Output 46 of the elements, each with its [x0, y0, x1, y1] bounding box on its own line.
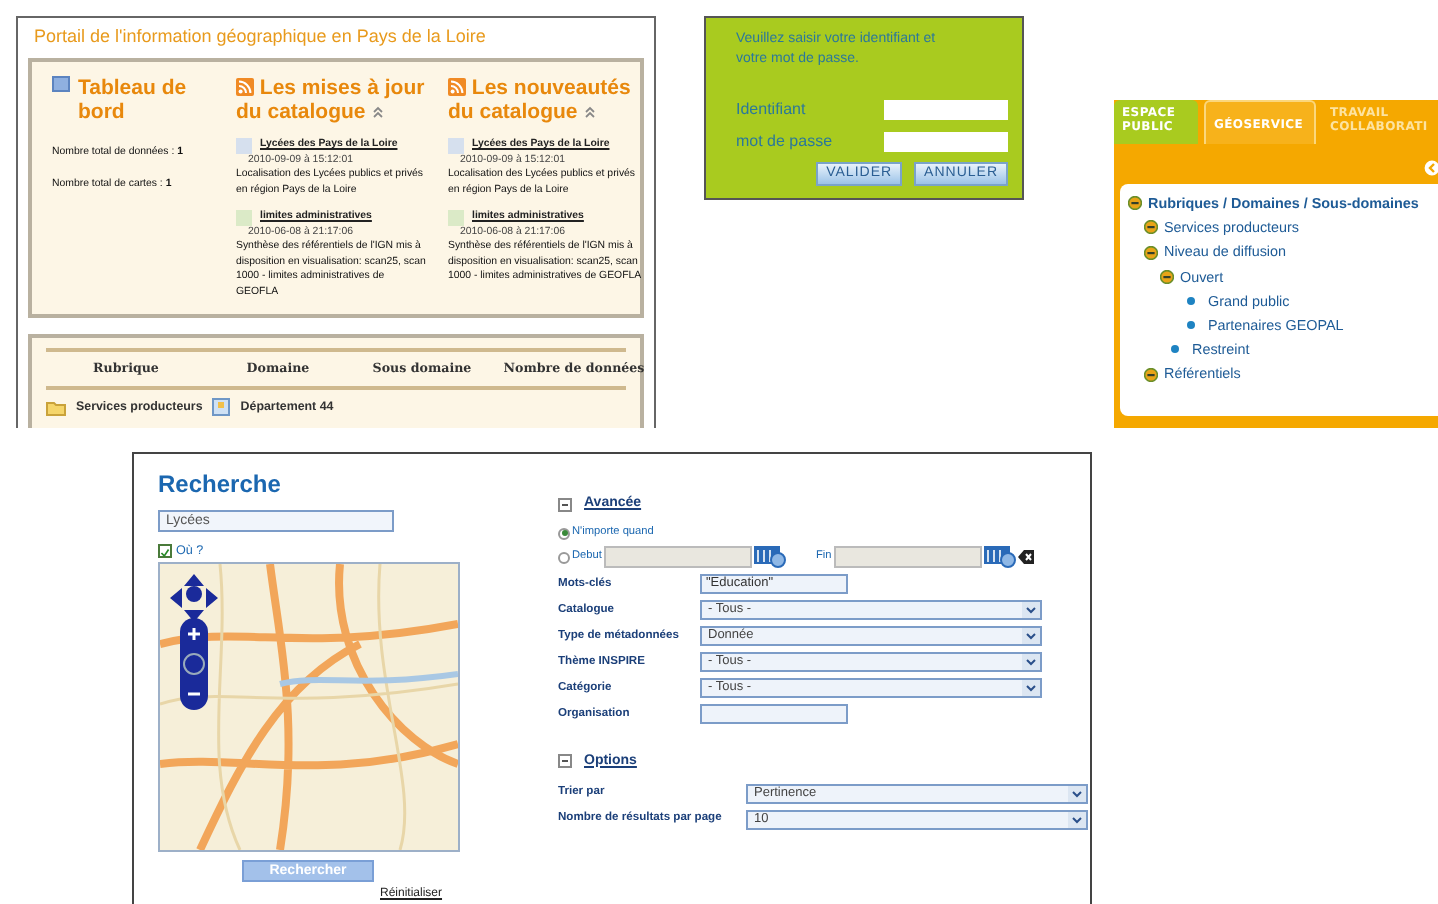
bullet-icon	[1184, 318, 1198, 333]
rss-icon	[236, 78, 254, 97]
folder-icon	[46, 399, 66, 416]
dropdown-arrow-icon	[1068, 811, 1086, 827]
collapse-icon[interactable]	[371, 106, 384, 119]
feed-title: Les nouveautés du catalogue	[448, 75, 633, 126]
page-title: Recherche	[158, 468, 283, 502]
field-label: mot de passe	[736, 129, 835, 154]
feed-title: Les mises à jour du catalogue	[236, 75, 427, 126]
collapse-node-icon[interactable]	[1144, 367, 1158, 382]
dropdown-arrow-icon	[1022, 680, 1040, 696]
date-field[interactable]	[603, 546, 752, 568]
checkbox[interactable]	[158, 544, 172, 559]
collapse-node-icon[interactable]	[1160, 269, 1174, 284]
thumbnail-icon	[236, 209, 252, 226]
map-navigation-icon[interactable]	[170, 574, 218, 715]
date-field[interactable]	[833, 546, 982, 568]
dropdown-arrow-icon	[1022, 654, 1040, 670]
input-field[interactable]	[700, 704, 848, 724]
bullet-icon	[1184, 293, 1198, 308]
collapse-node-icon[interactable]	[1144, 220, 1158, 235]
collapse-icon[interactable]	[558, 754, 572, 769]
portal-title: Portail de l'information géographique en Pays de la Loire	[32, 24, 488, 50]
clear-icon[interactable]	[1017, 550, 1034, 564]
collapse-icon[interactable]	[583, 106, 596, 119]
dashboard-icon	[52, 75, 70, 91]
rss-icon	[448, 78, 466, 97]
thumbnail-icon	[448, 137, 464, 154]
bullet-icon	[1168, 342, 1182, 357]
dropdown-arrow-icon	[1022, 628, 1040, 644]
thumbnail-icon	[236, 137, 252, 154]
dashboard-title: Tableau de bord	[78, 75, 189, 126]
field-label: Identifiant	[736, 97, 808, 122]
folder-map-icon	[212, 398, 231, 417]
input-field[interactable]	[884, 131, 1008, 152]
dropdown-arrow-icon	[1068, 785, 1086, 801]
calendar-icon[interactable]	[983, 546, 1016, 568]
thumbnail-icon	[448, 209, 464, 226]
collapse-node-icon[interactable]	[1128, 196, 1142, 211]
dropdown-arrow-icon	[1022, 602, 1040, 618]
collapse-icon[interactable]	[558, 497, 572, 512]
calendar-icon[interactable]	[753, 546, 786, 568]
radio-button[interactable]	[558, 527, 570, 539]
collapse-node-icon[interactable]	[1144, 245, 1158, 259]
input-field[interactable]	[884, 99, 1008, 120]
radio-button[interactable]	[558, 551, 570, 563]
